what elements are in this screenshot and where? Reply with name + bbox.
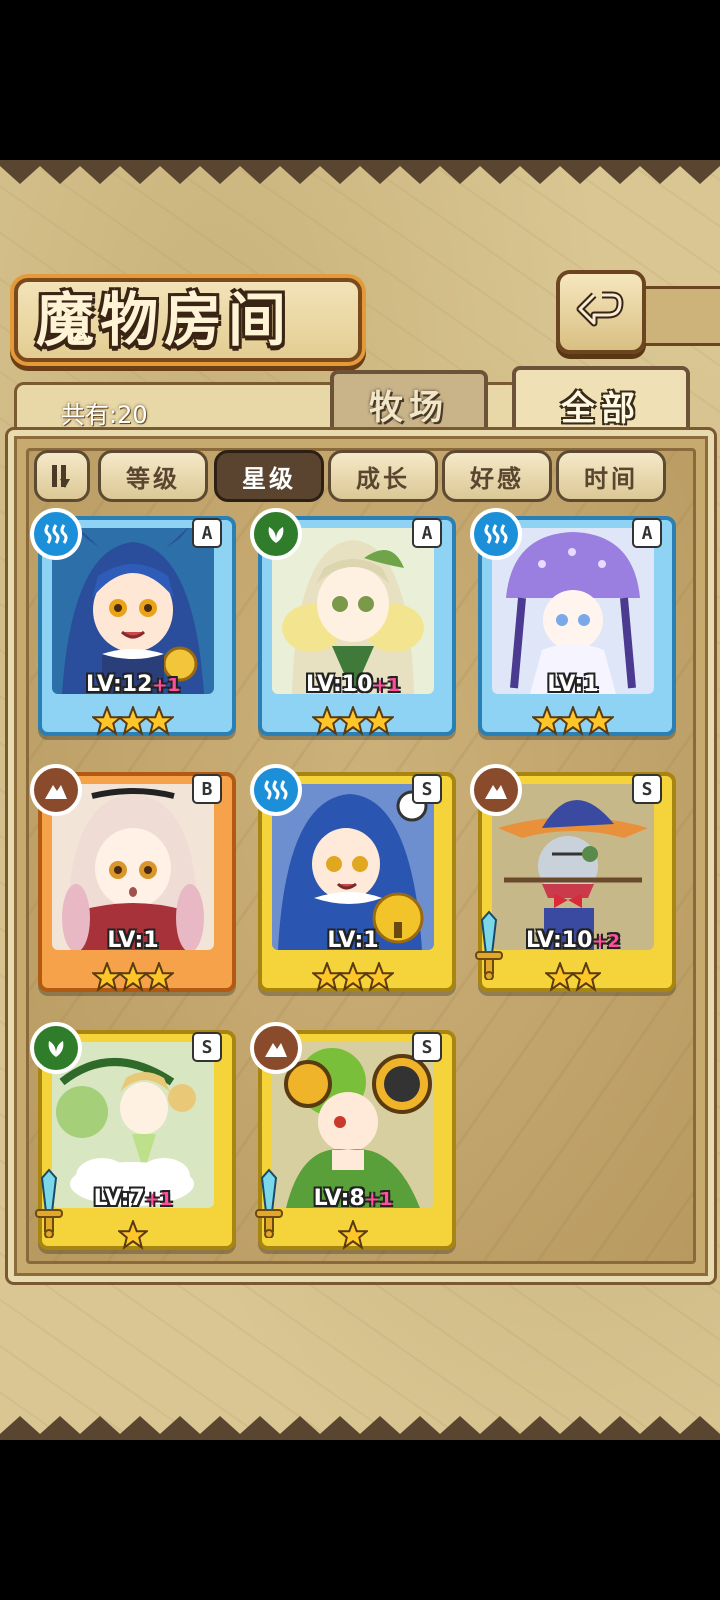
rank-badge: B — [192, 774, 222, 804]
rank-badge: A — [412, 518, 442, 548]
level-value: LV:7 — [93, 1186, 145, 1211]
grass-element-icon — [250, 508, 302, 560]
sort-by-stars-button[interactable]: 星级 — [214, 450, 324, 502]
level-label: LV:8+1 — [258, 1186, 448, 1211]
level-value: LV:1 — [107, 928, 159, 953]
level-bonus: +1 — [152, 675, 181, 696]
star-icon — [362, 704, 396, 736]
rabbit-girl-portrait — [52, 784, 214, 950]
star-rating — [258, 704, 448, 740]
star-icon — [336, 1218, 370, 1250]
scarecrow-witch-portrait — [492, 784, 654, 950]
earth-element-icon — [470, 764, 522, 816]
cloud-fairy-portrait — [52, 1042, 214, 1208]
bell-cat-girl-portrait — [272, 784, 434, 950]
star-rating — [258, 1218, 448, 1254]
leaf-fairy-girl-portrait — [272, 528, 434, 694]
blue-haired-cat-girl-portrait — [52, 528, 214, 694]
sort-direction-icon — [52, 465, 70, 488]
star-icon — [116, 1218, 150, 1250]
jellyfish-girl-portrait — [492, 528, 654, 694]
sort-direction-button[interactable] — [34, 450, 90, 502]
level-label: LV:1 — [258, 928, 448, 953]
level-label: LV:7+1 — [38, 1186, 228, 1211]
level-label: LV:1 — [478, 672, 668, 697]
game-screen: 魔物房间 共有:20 牧场 全部 等级 星级 成长 好感 时间 A LV:12+… — [0, 160, 720, 1440]
level-value: LV:1 — [547, 672, 599, 697]
top-zigzag-border — [0, 160, 720, 184]
level-value: LV:12 — [85, 672, 153, 697]
rank-badge: A — [192, 518, 222, 548]
level-bonus: +1 — [144, 1189, 173, 1210]
star-icon — [569, 960, 603, 992]
tab-farm[interactable]: 牧场 — [330, 370, 488, 438]
level-label: LV:10+2 — [478, 928, 668, 953]
star-rating — [38, 960, 228, 996]
star-rating — [38, 1218, 228, 1254]
star-rating — [38, 704, 228, 740]
level-value: LV:10 — [305, 672, 373, 697]
level-bonus: +1 — [364, 1189, 393, 1210]
star-rating — [478, 704, 668, 740]
rank-badge: S — [412, 774, 442, 804]
rank-badge: S — [632, 774, 662, 804]
star-rating — [478, 960, 668, 996]
water-element-icon — [30, 508, 82, 560]
sort-by-affection-button[interactable]: 好感 — [442, 450, 552, 502]
level-label: LV:10+1 — [258, 672, 448, 697]
star-icon — [142, 704, 176, 736]
star-icon — [582, 704, 616, 736]
water-element-icon — [470, 508, 522, 560]
water-element-icon — [250, 764, 302, 816]
sort-by-time-button[interactable]: 时间 — [556, 450, 666, 502]
rank-badge: S — [192, 1032, 222, 1062]
earth-element-icon — [250, 1022, 302, 1074]
back-button-tail — [636, 286, 720, 346]
green-frog-girl-portrait — [272, 1042, 434, 1208]
level-value: LV:10 — [525, 928, 593, 953]
level-bonus: +1 — [372, 675, 401, 696]
back-button[interactable] — [556, 270, 646, 354]
star-icon — [142, 960, 176, 992]
title-plate: 魔物房间 — [14, 278, 362, 362]
level-label: LV:1 — [38, 928, 228, 953]
level-value: LV:1 — [327, 928, 379, 953]
rank-badge: A — [632, 518, 662, 548]
monster-count: 共有:20 — [61, 401, 148, 429]
earth-element-icon — [30, 764, 82, 816]
page-title: 魔物房间 — [36, 286, 293, 354]
rank-badge: S — [412, 1032, 442, 1062]
star-icon — [362, 960, 396, 992]
level-label: LV:12+1 — [38, 672, 228, 697]
sort-by-growth-button[interactable]: 成长 — [328, 450, 438, 502]
bottom-zigzag-border — [0, 1416, 720, 1440]
sort-by-level-button[interactable]: 等级 — [98, 450, 208, 502]
level-value: LV:8 — [313, 1186, 365, 1211]
grass-element-icon — [30, 1022, 82, 1074]
level-bonus: +2 — [592, 931, 621, 952]
back-return-icon — [576, 291, 624, 327]
star-rating — [258, 960, 448, 996]
